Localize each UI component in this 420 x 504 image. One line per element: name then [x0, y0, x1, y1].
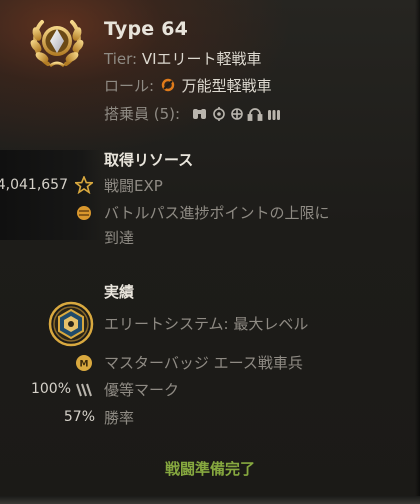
role-label: ロール: — [104, 77, 155, 95]
bottom-divider — [0, 496, 420, 504]
vehicle-tooltip-panel: Type 64 Tier: VIエリート軽戦車 ロール: 万能型軽戦車 搭乗員 … — [0, 0, 420, 504]
exp-value: 4,041,657 — [0, 177, 68, 193]
winrate-label: 勝率 — [104, 409, 135, 427]
elite-row: エリートシステム: 最大レベル — [104, 314, 308, 334]
elite-system-badge-icon — [48, 301, 94, 347]
panel-edge-shadow — [415, 0, 420, 504]
gunner-sight-icon — [213, 107, 225, 121]
marks-of-excellence-icon — [76, 383, 92, 397]
mastery-badge-icon: M — [76, 355, 92, 371]
elite-label: エリートシステム: — [104, 315, 229, 333]
loader-sight-icon — [231, 108, 243, 120]
crew-icons — [193, 107, 280, 121]
radio-headset-icon — [247, 108, 263, 121]
vehicle-name: Type 64 — [104, 18, 189, 40]
battle-ready-status: 戦闘準備完了 — [164, 460, 255, 478]
winrate-value: 57% — [63, 409, 95, 425]
resources-heading: 取得リソース — [104, 151, 194, 169]
tier-label: Tier: — [104, 50, 138, 68]
battlepass-text-line2: 到達 — [104, 229, 135, 247]
role-row: ロール: 万能型軽戦車 — [104, 76, 272, 96]
role-value: 万能型軽戦車 — [181, 77, 272, 95]
battlepass-icon — [77, 206, 91, 220]
exp-label: 戦闘EXP — [104, 177, 163, 195]
tier-value: VIエリート軽戦車 — [141, 50, 262, 68]
tier-row: Tier: VIエリート軽戦車 — [104, 49, 262, 69]
role-light-tank-icon — [161, 78, 175, 92]
svg-text:M: M — [80, 360, 89, 370]
elite-value: 最大レベル — [233, 315, 309, 333]
marks-label: 優等マーク — [104, 381, 180, 399]
elite-wreath-emblem-icon — [30, 20, 84, 68]
binoculars-icon — [193, 109, 206, 119]
battlepass-text-line1: バトルパス進捗ポイントの上限に — [104, 204, 330, 222]
exp-value-backdrop — [0, 150, 102, 240]
mastery-label: マスターバッジ エース戦車兵 — [104, 354, 303, 372]
crew-label: 搭乗員 (5): — [104, 105, 181, 123]
marks-value: 100% — [30, 381, 71, 397]
star-exp-icon — [75, 176, 93, 194]
achievements-heading: 実績 — [104, 283, 135, 301]
ammo-icon — [268, 110, 280, 120]
